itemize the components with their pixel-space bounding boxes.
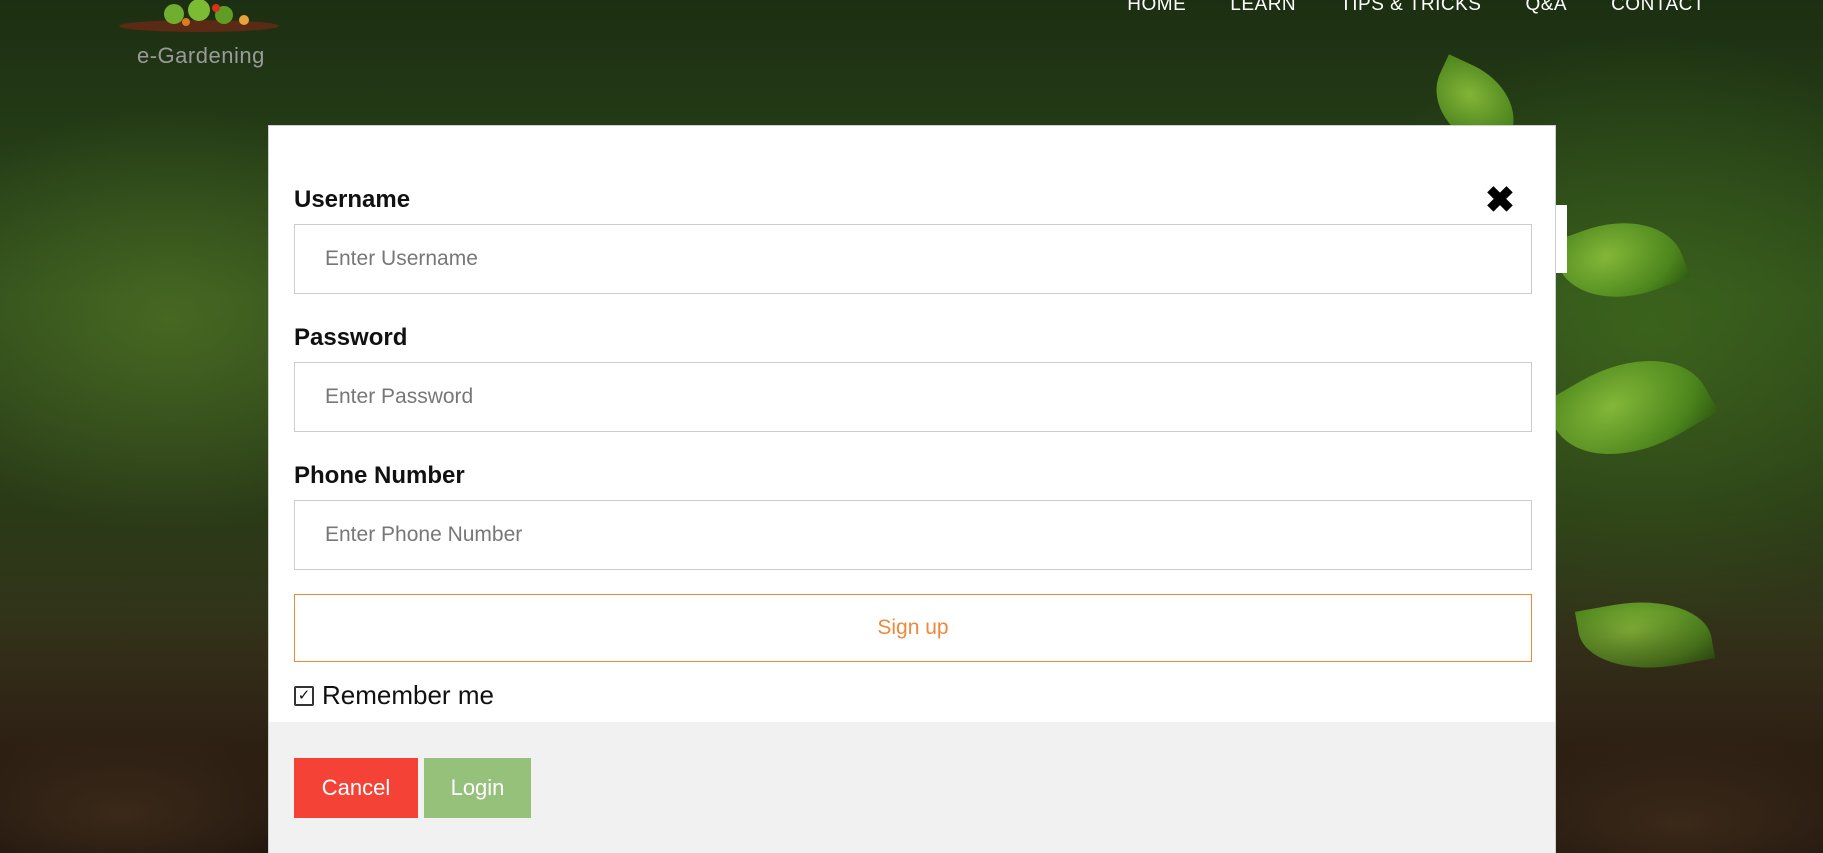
- signup-form: Username Password Phone Number Sign up ✓…: [294, 186, 1532, 711]
- modal-footer: Cancel Login: [269, 722, 1555, 853]
- leaf-decoration: [1549, 201, 1691, 319]
- leaf-decoration: [1541, 328, 1719, 487]
- login-button[interactable]: Login: [424, 758, 531, 818]
- remember-label: Remember me: [322, 680, 494, 710]
- nav-tips-tricks[interactable]: TIPS & TRICKS: [1340, 0, 1481, 16]
- phone-label: Phone Number: [294, 462, 465, 489]
- main-nav: HOME LEARN TIPS & TRICKS Q&A CONTACT: [1127, 0, 1705, 16]
- password-label: Password: [294, 324, 408, 351]
- nav-home[interactable]: HOME: [1127, 0, 1186, 16]
- nav-qa[interactable]: Q&A: [1525, 0, 1567, 16]
- checkbox-checked-icon[interactable]: ✓: [294, 685, 314, 706]
- username-label: Username: [294, 186, 411, 213]
- signup-button[interactable]: Sign up: [294, 594, 1532, 662]
- username-input[interactable]: [294, 224, 1532, 294]
- password-input[interactable]: [294, 362, 1532, 432]
- cancel-button[interactable]: Cancel: [294, 758, 418, 818]
- signup-modal: ✖ Username Password Phone Number Sign up…: [268, 125, 1556, 853]
- nav-contact[interactable]: CONTACT: [1611, 0, 1705, 16]
- logo-icon: [119, 0, 279, 32]
- phone-input[interactable]: [294, 500, 1532, 570]
- remember-me: ✓ Remember me: [294, 680, 1532, 711]
- logo-text: e-Gardening: [137, 43, 265, 68]
- nav-learn[interactable]: LEARN: [1230, 0, 1296, 16]
- page-background: e-Gardening HOME LEARN TIPS & TRICKS Q&A…: [0, 0, 1823, 853]
